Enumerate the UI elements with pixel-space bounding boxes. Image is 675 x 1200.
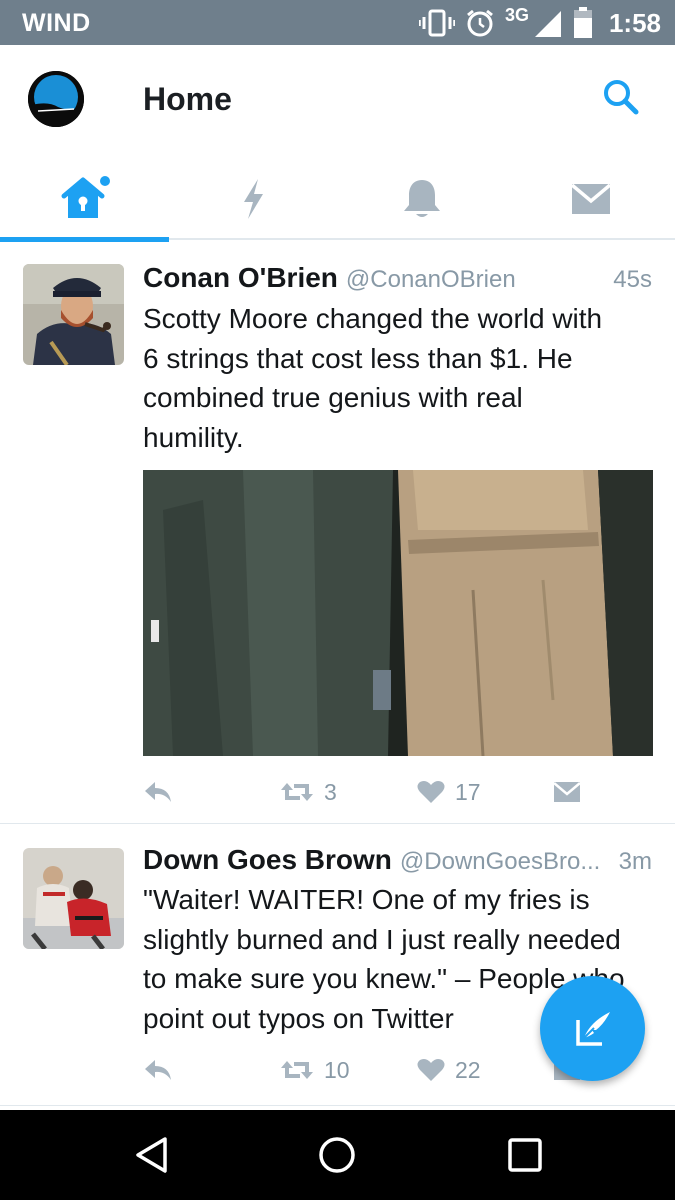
back-icon	[136, 1137, 167, 1173]
tweet-text-line: slightly burned and I just really needed	[143, 923, 621, 955]
reply-icon	[145, 1060, 171, 1080]
tweet-text-line: "Waiter! WAITER! One of my fries is	[143, 884, 590, 915]
heart-icon	[417, 1059, 445, 1081]
tweet-author-avatar[interactable]	[23, 848, 124, 949]
direct-message-button[interactable]	[553, 772, 581, 812]
retweet-icon	[281, 783, 313, 801]
reply-icon	[145, 782, 171, 802]
tweet-text-line: 6 strings that cost less than $1. He	[143, 342, 573, 374]
search-button[interactable]	[601, 77, 641, 117]
battery-icon	[573, 7, 592, 38]
tab-home[interactable]	[0, 157, 169, 240]
reply-button[interactable]	[143, 1050, 173, 1090]
compose-icon	[575, 1011, 610, 1046]
recents-icon	[508, 1138, 542, 1172]
compose-tweet-button[interactable]	[540, 976, 645, 1081]
bell-icon	[403, 179, 440, 217]
vibrate-icon	[418, 9, 455, 37]
tweet-text: Scotty Moore changed the world with 6 st…	[143, 299, 658, 457]
tab-messages[interactable]	[506, 157, 675, 240]
profile-avatar[interactable]	[28, 71, 84, 127]
envelope-icon	[553, 782, 581, 802]
reply-button[interactable]	[143, 772, 173, 812]
tweet-author-handle[interactable]: @DownGoesBro...	[400, 848, 600, 876]
lightning-icon	[244, 178, 264, 219]
retweet-count: 10	[324, 1056, 350, 1083]
tab-bar	[0, 157, 675, 242]
tweet-header: Down Goes Brown @DownGoesBro... 3m	[143, 844, 652, 878]
tweet-text-line: humility.	[143, 421, 244, 453]
tweet-author-name[interactable]: Down Goes Brown	[143, 844, 392, 876]
retweet-button[interactable]: 10	[280, 1050, 350, 1090]
status-icons: 3G 1:58	[418, 4, 661, 40]
tab-moments[interactable]	[169, 157, 338, 240]
tweet-author-handle[interactable]: @ConanOBrien	[346, 266, 516, 294]
tab-notifications[interactable]	[338, 157, 507, 240]
home-icon	[61, 175, 111, 218]
heart-icon	[417, 781, 445, 803]
retweet-icon	[281, 1061, 313, 1079]
status-bar: WIND 3G 1:58	[0, 0, 675, 45]
clock: 1:58	[608, 7, 661, 38]
tweet-author-avatar[interactable]	[23, 264, 124, 365]
network-type: 3G	[504, 4, 529, 25]
signal-icon	[534, 11, 561, 37]
app-header: Home	[0, 45, 675, 242]
tweet-header: Conan O'Brien @ConanOBrien 45s	[143, 262, 652, 296]
tweet-media-image[interactable]	[143, 470, 653, 756]
recents-button[interactable]	[502, 1132, 548, 1178]
alarm-icon	[467, 9, 493, 37]
search-icon	[604, 80, 639, 115]
page-title: Home	[143, 81, 232, 117]
tweet-actions: 3 17	[143, 772, 653, 812]
like-button[interactable]: 22	[417, 1050, 481, 1090]
tweet-text-line: Scotty Moore changed the world with	[143, 303, 603, 334]
system-nav-bar	[0, 1110, 675, 1200]
tweet[interactable]: Conan O'Brien @ConanOBrien 45s Scotty Mo…	[0, 242, 675, 824]
like-button[interactable]: 17	[417, 772, 481, 812]
tweet-author-name[interactable]: Conan O'Brien	[143, 262, 338, 294]
like-count: 17	[455, 778, 481, 805]
like-count: 22	[455, 1056, 481, 1083]
retweet-button[interactable]: 3	[280, 772, 337, 812]
carrier-label: WIND	[22, 9, 91, 37]
tweet-timestamp: 45s	[613, 266, 652, 293]
retweet-count: 3	[324, 778, 337, 805]
back-button[interactable]	[128, 1132, 174, 1178]
tweet-timestamp: 3m	[618, 848, 652, 875]
home-circle-icon	[319, 1137, 355, 1173]
tweet-text-line: combined true genius with real	[143, 382, 523, 413]
home-button[interactable]	[314, 1132, 360, 1178]
envelope-icon	[570, 183, 611, 214]
